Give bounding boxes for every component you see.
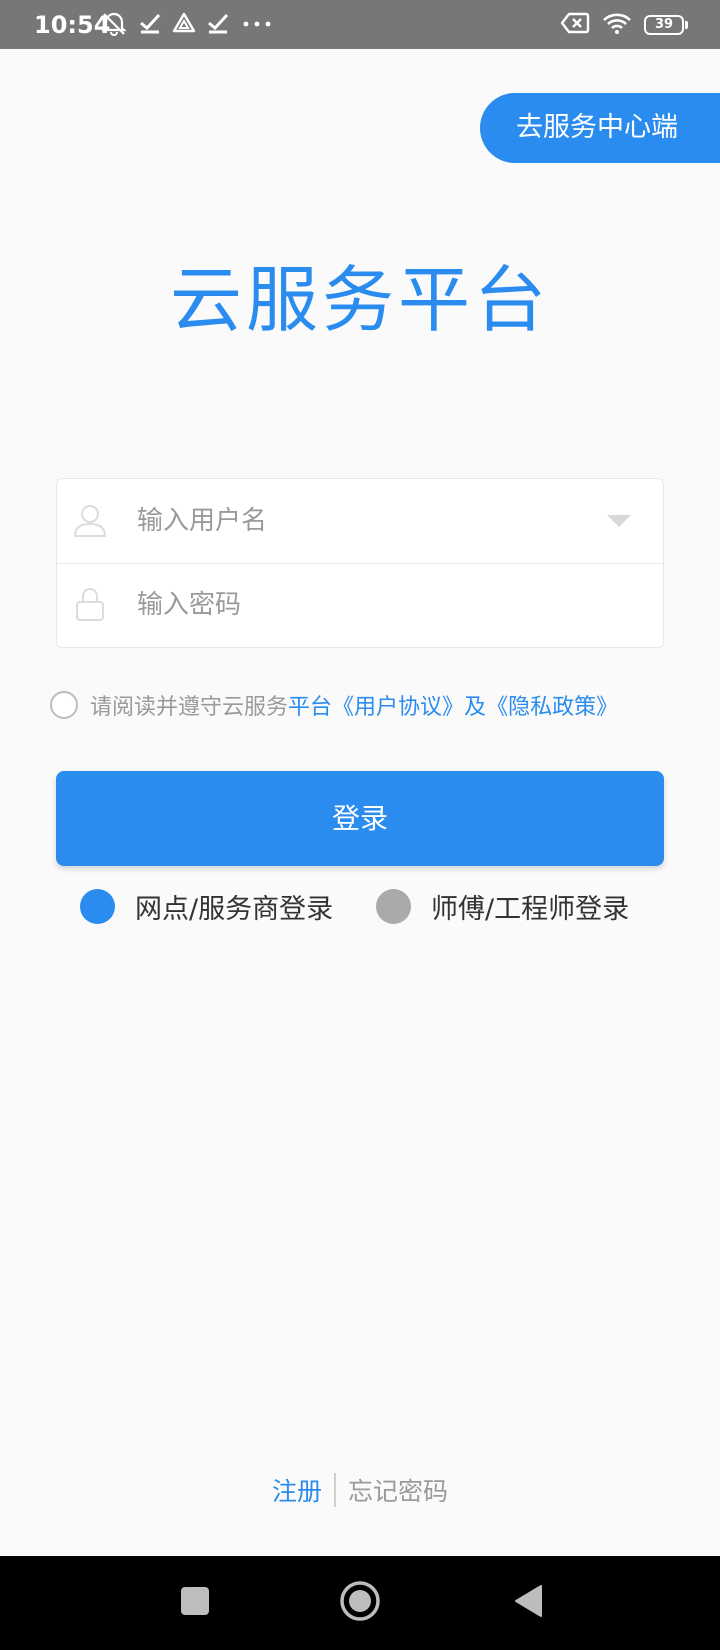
agreement-checkbox[interactable]: [50, 691, 78, 719]
username-field[interactable]: 输入用户名: [57, 479, 663, 564]
back-icon: [513, 1584, 543, 1622]
user-agreement-link[interactable]: 《用户协议》: [332, 689, 464, 721]
username-input[interactable]: 输入用户名: [137, 479, 267, 563]
role-label: 师傅/工程师登录: [431, 893, 630, 925]
password-input[interactable]: 输入密码: [137, 563, 241, 647]
service-center-button[interactable]: 去服务中心端: [480, 93, 720, 163]
navigation-bar: [0, 1556, 720, 1650]
lock-icon: [71, 585, 109, 623]
battery-icon: 39: [644, 15, 688, 35]
status-time: 10:54: [34, 11, 111, 39]
role-option-technician[interactable]: 师傅/工程师登录: [376, 885, 629, 927]
status-right-icons: 39: [560, 11, 688, 39]
wifi-icon: [602, 11, 632, 39]
privacy-policy-link[interactable]: 《隐私政策》: [486, 689, 618, 721]
battery-level: 39: [654, 17, 674, 32]
role-option-service-provider[interactable]: 网点/服务商登录: [80, 885, 333, 927]
role-radio-unselected[interactable]: [376, 888, 411, 924]
role-radio-selected[interactable]: [80, 888, 115, 924]
chevron-down-icon[interactable]: [607, 515, 631, 527]
mute-icon: [100, 10, 128, 40]
drive-icon: [172, 11, 196, 39]
role-label: 网点/服务商登录: [135, 893, 334, 925]
app-title: 云服务平台: [169, 258, 550, 342]
agreement-and-text: 及: [464, 695, 487, 720]
password-field[interactable]: 输入密码: [57, 563, 663, 647]
home-icon: [339, 1580, 381, 1626]
more-dots-icon: [240, 11, 274, 39]
footer-links: 注册 忘记密码: [0, 1472, 720, 1508]
register-link[interactable]: 注册: [272, 1472, 334, 1508]
back-button[interactable]: [498, 1556, 558, 1650]
recents-button[interactable]: [165, 1556, 225, 1650]
user-icon: [71, 501, 109, 539]
home-button[interactable]: [330, 1556, 390, 1650]
agreement-platform-text: 平台: [288, 695, 333, 720]
login-button[interactable]: 登录: [56, 771, 664, 866]
no-sim-icon: [560, 11, 590, 39]
status-bar: 10:54 39: [0, 0, 720, 49]
check-icon: [206, 11, 230, 39]
forgot-password-link[interactable]: 忘记密码: [336, 1472, 448, 1508]
login-form: 输入用户名 输入密码: [56, 478, 664, 648]
agreement-text: 请阅读并遵守云服务: [90, 695, 289, 720]
recents-icon: [180, 1586, 210, 1620]
check-icon: [138, 11, 162, 39]
agreement-row: 请阅读并遵守云服务 平台 《用户协议》及《隐私政策》: [50, 688, 618, 722]
status-left-icons: [100, 12, 274, 38]
